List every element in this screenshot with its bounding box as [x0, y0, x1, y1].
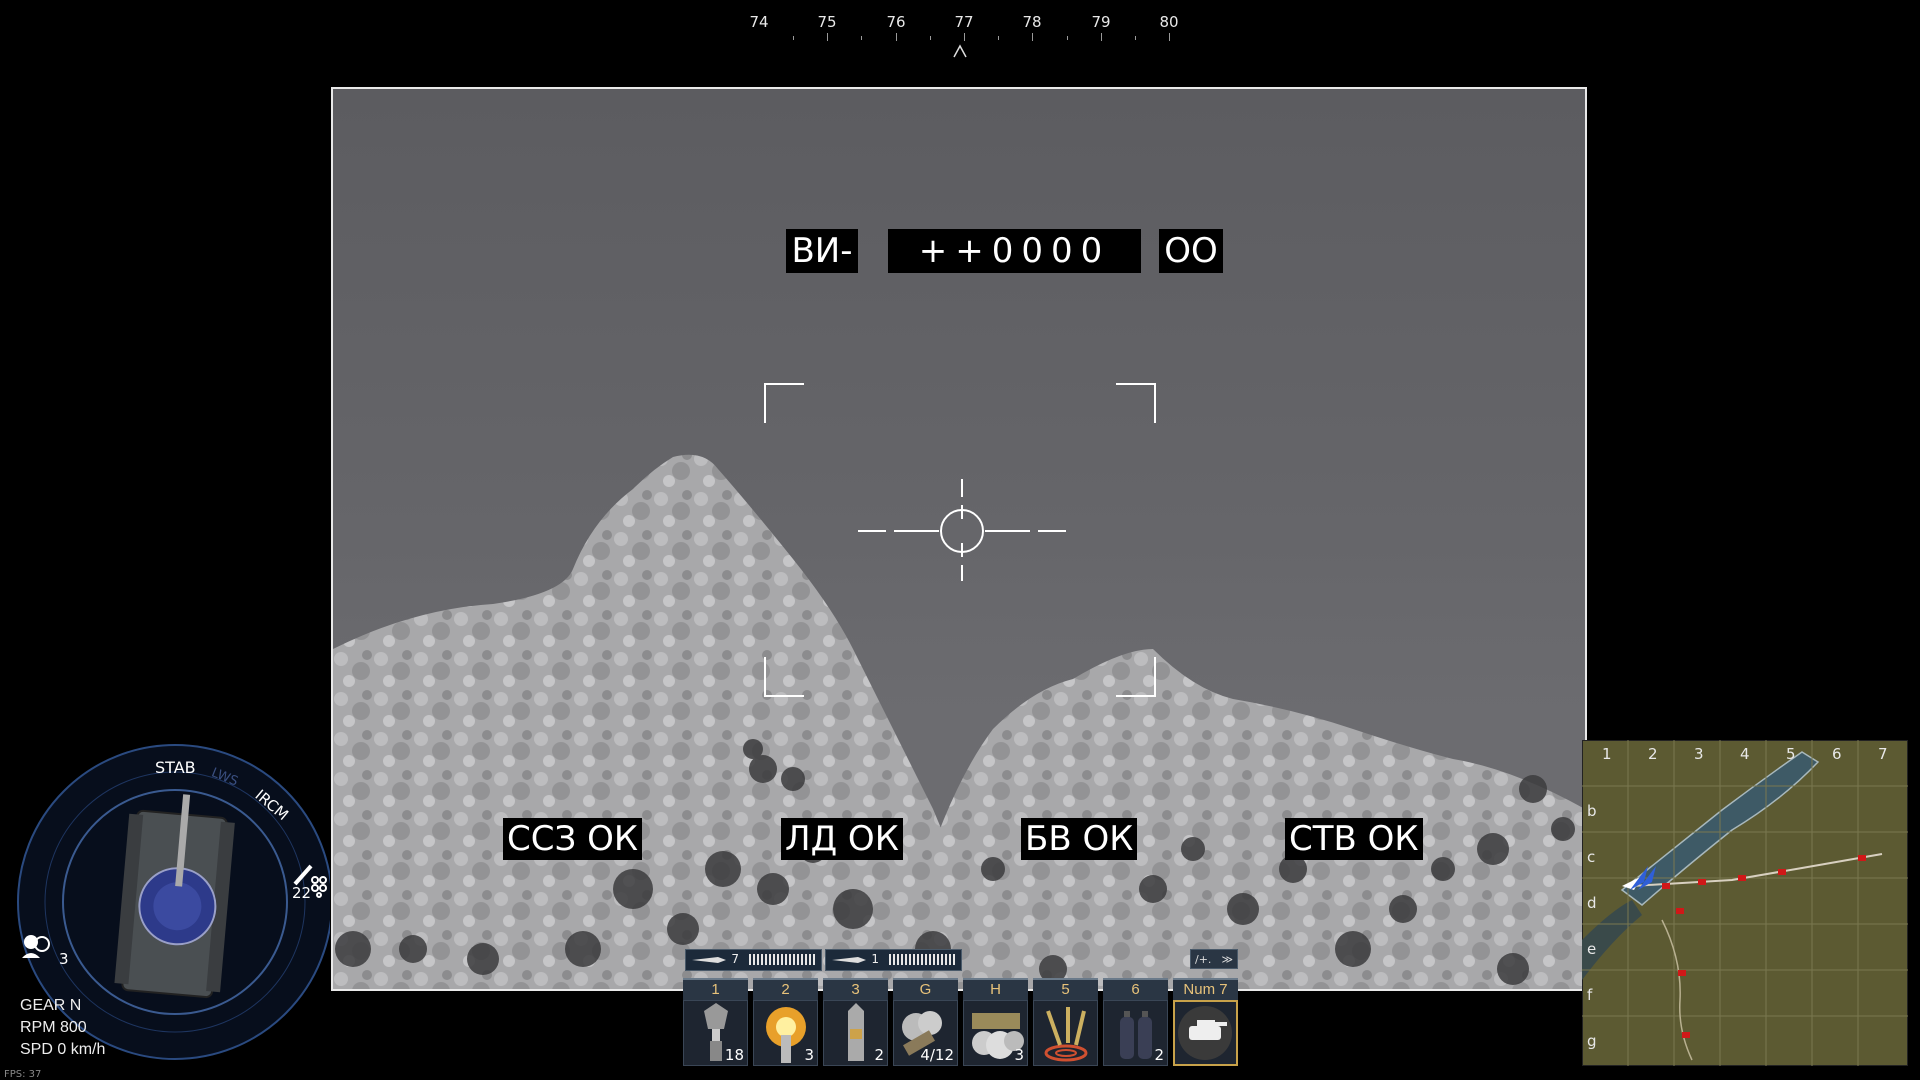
heading-caret-icon	[953, 44, 967, 58]
system-status-stv: СТВ ОК	[1285, 818, 1423, 860]
aim-corner	[1116, 657, 1156, 697]
minimap-row-label: g	[1587, 1032, 1597, 1050]
aim-corner	[764, 657, 804, 697]
compass-tick	[1101, 33, 1102, 41]
ammo-count: 4/12	[920, 1046, 954, 1064]
minimap-row-label: f	[1587, 986, 1593, 1004]
ammo-count: 3	[1014, 1046, 1024, 1064]
compass-heading-strip: 74 75 76 77 78 79 80	[730, 8, 1190, 68]
minimap-col-label: 2	[1648, 745, 1658, 763]
ammo-rack-ticks	[889, 954, 957, 965]
slot-key: Num 7	[1173, 978, 1238, 1000]
crew-icon	[22, 935, 50, 958]
ammo-rack-count: 7	[731, 952, 739, 966]
ammo-count: 3	[804, 1046, 814, 1064]
gear-readout: GEAR N	[20, 997, 82, 1014]
gunner-sight-view: ВИ- ++0000 ОО ССЗ ОК ЛД ОК БВ ОК СТВ ОК	[331, 87, 1587, 991]
smoke-screen-slot[interactable]: 3	[963, 1000, 1028, 1066]
compass-tick	[1032, 33, 1033, 41]
rangefinder-readout: ++0000	[888, 229, 1141, 273]
fire-extinguisher-slot[interactable]: 2	[1103, 1000, 1168, 1066]
slot-key: 6	[1103, 978, 1168, 1000]
compass-label: 78	[1022, 13, 1042, 31]
compass-tick	[998, 36, 999, 40]
minimap-row-label: b	[1587, 802, 1597, 820]
ammo-rack-bar: 7	[685, 949, 822, 971]
minimap-col-label: 7	[1878, 745, 1888, 763]
slot-key: 3	[823, 978, 888, 1000]
artillery-strike-icon	[1044, 1007, 1088, 1062]
minimap-row-label: d	[1587, 894, 1597, 912]
system-status-sso: ССЗ ОК	[503, 818, 642, 860]
minimap-terrain	[1582, 740, 1908, 1066]
compass-label: 75	[817, 13, 837, 31]
system-status-bv: БВ ОК	[1021, 818, 1138, 860]
ammo-rack-bar: 1	[825, 949, 962, 971]
speed-readout: SPD 0 km/h	[20, 1041, 106, 1058]
slot-key: 1	[683, 978, 748, 1000]
fps-counter: FPS: 37	[4, 1069, 42, 1080]
compass-tick	[861, 36, 862, 40]
ammo-count: 2	[1154, 1046, 1164, 1064]
compass-tick	[930, 36, 931, 40]
shell-icon	[692, 957, 726, 963]
compass-label: 74	[749, 13, 769, 31]
compass-label: 77	[954, 13, 974, 31]
rpm-readout: RPM 800	[20, 1019, 87, 1036]
compass-tick	[1067, 36, 1068, 40]
compass-tick	[896, 33, 897, 41]
minimap-col-label: 4	[1740, 745, 1750, 763]
slot-key: 2	[753, 978, 818, 1000]
minimap-row-label: e	[1587, 940, 1597, 958]
minimap-row-label: c	[1587, 848, 1596, 866]
ammo-count: 2	[874, 1046, 884, 1064]
compass-label: 76	[886, 13, 906, 31]
compass-label: 79	[1091, 13, 1111, 31]
minimap-col-label: 3	[1694, 745, 1704, 763]
minimap[interactable]: 1 2 3 4 5 6 7 b c d e f g	[1582, 740, 1908, 1066]
ammo-rack-count: 1	[871, 952, 879, 966]
aim-corner	[1116, 383, 1156, 423]
scout-tank-icon	[1178, 1006, 1232, 1060]
system-status-ld: ЛД ОК	[781, 818, 903, 860]
artillery-strike-slot[interactable]	[1033, 1000, 1098, 1066]
ammo-count: 18	[724, 1046, 744, 1064]
slot-key: 5	[1033, 978, 1098, 1000]
slot-key: H	[963, 978, 1028, 1000]
shell-icon	[832, 957, 866, 963]
sight-aux-readout: ОО	[1159, 229, 1223, 273]
stab-label: STAB	[155, 758, 196, 777]
compass-tick	[1135, 36, 1136, 40]
he-shell-slot[interactable]: 3	[753, 1000, 818, 1066]
compass-tick	[793, 36, 794, 40]
chevron-down-icon: ≫	[1221, 953, 1233, 966]
ammo-rack-ticks	[749, 954, 817, 965]
smoke-grenade-slot[interactable]: 4/12	[893, 1000, 958, 1066]
rockets-count: 22	[292, 884, 312, 902]
compass-tick	[1169, 33, 1170, 41]
compass-tick	[827, 33, 828, 41]
compass-tick	[964, 33, 965, 41]
heat-shell-slot[interactable]: 2	[823, 1000, 888, 1066]
tank-schematic-icon	[114, 794, 235, 999]
scout-tank-slot[interactable]	[1173, 1000, 1238, 1066]
aim-corner	[764, 383, 804, 423]
minimap-col-label: 6	[1832, 745, 1842, 763]
compass-label: 80	[1159, 13, 1179, 31]
minimap-col-label: 1	[1602, 745, 1612, 763]
ammo-bar-toggle[interactable]: /+. ≫	[1190, 949, 1238, 969]
crosshair-reticle	[858, 479, 1066, 581]
ammo-bar-toggle-label: /+.	[1195, 953, 1212, 966]
sight-mode-label: ВИ-	[786, 229, 858, 273]
minimap-col-label: 5	[1786, 745, 1796, 763]
crew-count: 3	[59, 950, 69, 968]
apfsds-shell-slot[interactable]: 18	[683, 1000, 748, 1066]
slot-key: G	[893, 978, 958, 1000]
